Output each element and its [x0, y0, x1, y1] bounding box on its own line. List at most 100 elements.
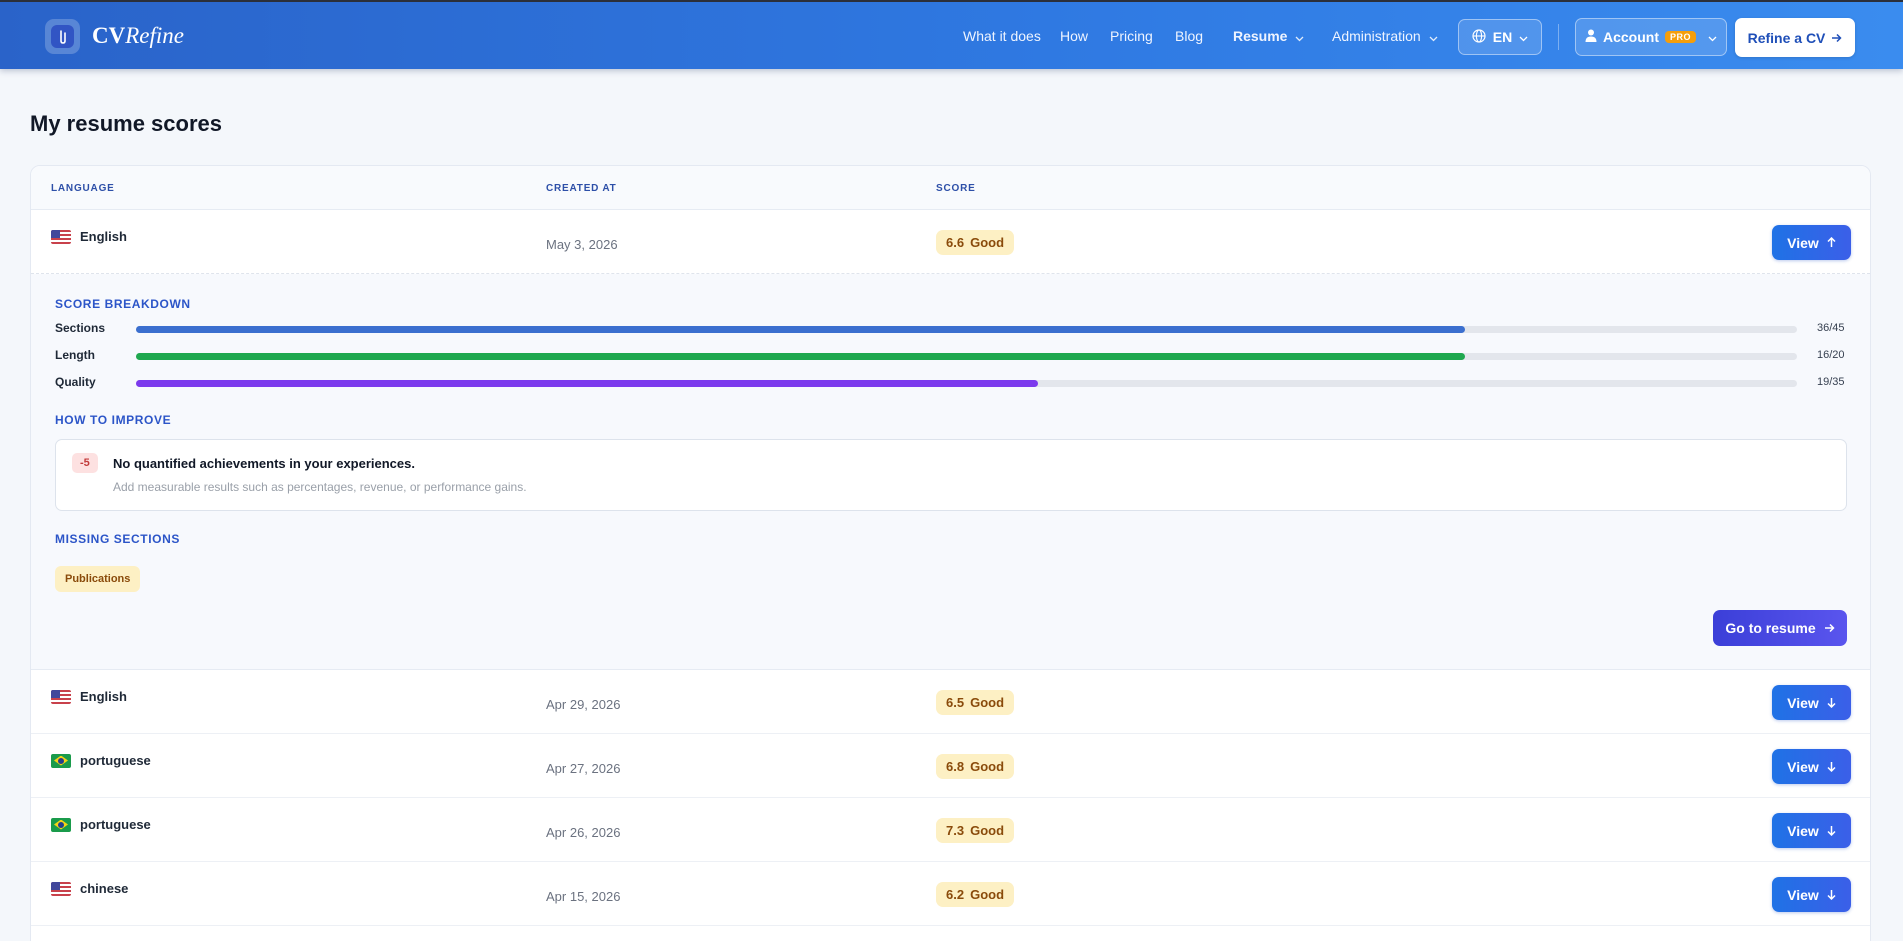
nav-pricing[interactable]: Pricing	[1110, 27, 1153, 45]
progress-fill-sections	[136, 326, 1465, 333]
breakdown-label-quality: Quality	[55, 375, 96, 389]
view-button[interactable]: View	[1772, 813, 1851, 848]
score-rating: Good	[970, 695, 1005, 710]
progress-fill-quality	[136, 380, 1038, 387]
breakdown-value-length: 16/20	[1817, 349, 1845, 361]
breakdown-value-sections: 36/45	[1817, 322, 1845, 334]
score-badge: 7.3 Good	[936, 818, 1015, 843]
us-flag-icon	[51, 689, 71, 704]
go-to-resume-button[interactable]: Go to resume	[1713, 610, 1847, 646]
column-header-score: SCORE	[936, 183, 976, 194]
improvement-description: Add measurable results such as percentag…	[113, 480, 527, 494]
score-breakdown-title: SCORE BREAKDOWN	[55, 297, 191, 311]
brand-name-bold: CV	[92, 23, 126, 48]
chevron-down-icon	[1295, 28, 1304, 46]
column-header-created-at: CREATED AT	[546, 183, 617, 194]
refine-cv-label: Refine a CV	[1747, 29, 1826, 46]
table-row[interactable]: chinese Apr 15, 2026 6.2 Good View	[31, 862, 1870, 926]
arrow-down-icon	[1827, 887, 1836, 903]
table-header: LANGUAGE CREATED AT SCORE	[31, 166, 1870, 210]
score-badge: 6.5 Good	[936, 690, 1015, 715]
row-language: English	[51, 229, 127, 244]
account-menu-button[interactable]: Account PRO	[1575, 18, 1727, 56]
account-label: Account	[1602, 29, 1659, 45]
view-button[interactable]: View	[1772, 225, 1851, 260]
table-row[interactable]: English May 3, 2026 6.6 Good View	[31, 210, 1870, 274]
arrow-down-icon	[1827, 759, 1836, 775]
created-at: Apr 29, 2026	[546, 697, 621, 712]
arrow-up-icon	[1827, 235, 1836, 251]
logo-icon[interactable]	[45, 19, 80, 54]
improvement-heading: No quantified achievements in your exper…	[113, 456, 415, 471]
view-button[interactable]: View	[1772, 877, 1851, 912]
score-details-panel: SCORE BREAKDOWN Sections 36/45 Length 16…	[31, 274, 1870, 670]
breakdown-label-length: Length	[55, 348, 95, 362]
table-row[interactable]: portuguese Apr 26, 2026 7.3 Good View	[31, 798, 1870, 862]
score-rating: Good	[970, 823, 1005, 838]
language-name: portuguese	[80, 753, 151, 768]
breakdown-value-quality: 19/35	[1817, 376, 1845, 388]
chevron-down-icon	[1519, 29, 1528, 45]
nav-administration-dropdown[interactable]: Administration	[1332, 27, 1438, 46]
language-name: English	[80, 229, 127, 244]
resume-scores-table: LANGUAGE CREATED AT SCORE English May 3,…	[30, 165, 1871, 941]
arrow-right-icon	[1824, 620, 1835, 636]
view-label: View	[1787, 822, 1819, 839]
progress-fill-length	[136, 353, 1465, 360]
score-rating: Good	[970, 235, 1005, 250]
top-navbar: CVRefine What it does How Pricing Blog R…	[0, 0, 1903, 69]
nav-resume-dropdown[interactable]: Resume	[1233, 27, 1304, 46]
column-header-language: LANGUAGE	[51, 183, 115, 194]
pro-badge: PRO	[1664, 31, 1696, 43]
nav-how[interactable]: How	[1060, 27, 1088, 45]
arrow-right-icon	[1831, 30, 1842, 46]
missing-section-tag: Publications	[55, 566, 141, 592]
brazil-flag-icon	[51, 753, 71, 768]
score-value: 6.6	[946, 235, 965, 250]
created-at: Apr 15, 2026	[546, 889, 621, 904]
view-button[interactable]: View	[1772, 749, 1851, 784]
nav-what-it-does[interactable]: What it does	[963, 27, 1041, 45]
score-value: 6.8	[946, 759, 965, 774]
score-rating: Good	[970, 759, 1005, 774]
penalty-badge: -5	[72, 453, 98, 473]
progress-bar-quality	[136, 380, 1797, 387]
user-icon	[1585, 29, 1597, 45]
score-rating: Good	[970, 887, 1005, 902]
us-flag-icon	[51, 229, 71, 244]
score-badge: 6.2 Good	[936, 882, 1015, 907]
chevron-down-icon	[1708, 29, 1717, 45]
nav-blog[interactable]: Blog	[1175, 27, 1203, 45]
view-label: View	[1787, 234, 1819, 251]
language-name: chinese	[80, 881, 129, 896]
language-name: English	[80, 689, 127, 704]
view-button[interactable]: View	[1772, 685, 1851, 720]
table-row[interactable]: portuguese Apr 27, 2026 6.8 Good View	[31, 734, 1870, 798]
language-label: EN	[1492, 29, 1513, 45]
brand-name-italic: Refine	[125, 23, 184, 48]
language-selector[interactable]: EN	[1458, 19, 1542, 55]
brand-name[interactable]: CVRefine	[92, 22, 184, 50]
score-badge: 6.6 Good	[936, 230, 1015, 255]
us-flag-icon	[51, 881, 71, 896]
globe-icon	[1472, 28, 1486, 46]
brazil-flag-icon	[51, 817, 71, 832]
created-at: Apr 26, 2026	[546, 825, 621, 840]
go-to-resume-label: Go to resume	[1725, 620, 1816, 636]
progress-bar-length	[136, 353, 1797, 360]
page-title: My resume scores	[30, 111, 222, 136]
nav-divider	[1558, 24, 1559, 50]
arrow-down-icon	[1827, 823, 1836, 839]
created-at: Apr 27, 2026	[546, 761, 621, 776]
view-label: View	[1787, 886, 1819, 903]
breakdown-label-sections: Sections	[55, 321, 106, 335]
progress-bar-sections	[136, 326, 1797, 333]
table-row[interactable]: English Apr 29, 2026 6.5 Good View	[31, 670, 1870, 734]
view-label: View	[1787, 758, 1819, 775]
score-value: 6.5	[946, 695, 965, 710]
refine-cv-button[interactable]: Refine a CV	[1735, 18, 1855, 57]
nav-administration-label: Administration	[1332, 28, 1421, 44]
arrow-down-icon	[1827, 695, 1836, 711]
row-language: portuguese	[51, 753, 151, 768]
improvement-item: -5 No quantified achievements in your ex…	[55, 439, 1847, 511]
